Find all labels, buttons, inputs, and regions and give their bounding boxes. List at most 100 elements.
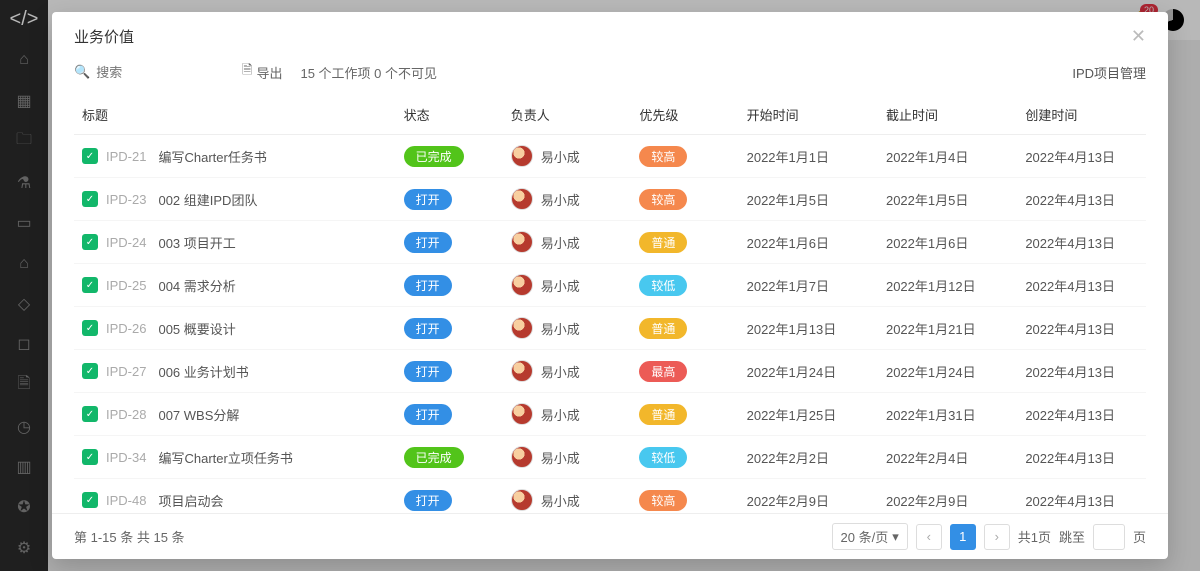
assignee-name: 易小成 [541, 362, 580, 381]
created-date: 2022年4月13日 [1017, 221, 1146, 264]
priority-badge[interactable]: 普通 [639, 404, 687, 425]
assignee-avatar [511, 446, 533, 468]
chevron-down-icon: ▾ [892, 529, 899, 545]
created-date: 2022年4月13日 [1017, 436, 1146, 479]
jump-page-input[interactable] [1093, 524, 1125, 550]
col-assignee[interactable]: 负责人 [503, 95, 632, 135]
created-date: 2022年4月13日 [1017, 264, 1146, 307]
item-title: 007 WBS分解 [158, 405, 239, 424]
assignee-name: 易小成 [541, 190, 580, 209]
item-title: 005 概要设计 [158, 319, 235, 338]
priority-badge[interactable]: 较低 [639, 447, 687, 468]
priority-badge[interactable]: 普通 [639, 318, 687, 339]
table-row[interactable]: ✓ IPD-21 编写Charter任务书 已完成 易小成 较高 2022年1月… [74, 135, 1146, 178]
item-title: 006 业务计划书 [158, 362, 248, 381]
table-row[interactable]: ✓ IPD-34 编写Charter立项任务书 已完成 易小成 较低 2022年… [74, 436, 1146, 479]
priority-badge[interactable]: 较低 [639, 275, 687, 296]
created-date: 2022年4月13日 [1017, 178, 1146, 221]
col-created[interactable]: 创建时间 [1017, 95, 1146, 135]
page-size-select[interactable]: 20 条/页 ▾ [832, 523, 908, 550]
status-badge[interactable]: 打开 [404, 189, 452, 210]
col-due[interactable]: 截止时间 [878, 95, 1017, 135]
col-status[interactable]: 状态 [396, 95, 503, 135]
search-input[interactable] [96, 65, 196, 80]
table-row[interactable]: ✓ IPD-28 007 WBS分解 打开 易小成 普通 2022年1月25日 … [74, 393, 1146, 436]
status-badge[interactable]: 打开 [404, 232, 452, 253]
status-badge[interactable]: 已完成 [404, 146, 464, 167]
start-date: 2022年1月6日 [739, 221, 878, 264]
assignee-avatar [511, 489, 533, 511]
priority-badge[interactable]: 普通 [639, 232, 687, 253]
assignee-avatar [511, 317, 533, 339]
assignee-avatar [511, 188, 533, 210]
project-link[interactable]: IPD项目管理 [1072, 63, 1146, 82]
check-icon: ✓ [82, 492, 98, 508]
start-date: 2022年1月5日 [739, 178, 878, 221]
table-scroll[interactable]: 标题 状态 负责人 优先级 开始时间 截止时间 创建时间 ✓ IPD-21 编写… [52, 95, 1168, 513]
due-date: 2022年1月12日 [878, 264, 1017, 307]
due-date: 2022年2月9日 [878, 479, 1017, 514]
item-count-label: 15 个工作项 0 个不可见 [300, 63, 437, 82]
item-title: 003 项目开工 [158, 233, 235, 252]
assignee-name: 易小成 [541, 448, 580, 467]
table-row[interactable]: ✓ IPD-24 003 项目开工 打开 易小成 普通 2022年1月6日 20… [74, 221, 1146, 264]
item-id: IPD-23 [106, 192, 146, 207]
item-id: IPD-25 [106, 278, 146, 293]
due-date: 2022年1月5日 [878, 178, 1017, 221]
export-icon: 🗎 [242, 61, 252, 83]
status-badge[interactable]: 打开 [404, 275, 452, 296]
table-row[interactable]: ✓ IPD-26 005 概要设计 打开 易小成 普通 2022年1月13日 2… [74, 307, 1146, 350]
status-badge[interactable]: 打开 [404, 404, 452, 425]
page-summary: 第 1-15 条 共 15 条 [74, 527, 185, 546]
table-row[interactable]: ✓ IPD-27 006 业务计划书 打开 易小成 最高 2022年1月24日 … [74, 350, 1146, 393]
close-icon[interactable]: ✕ [1131, 26, 1146, 47]
priority-badge[interactable]: 较高 [639, 146, 687, 167]
priority-badge[interactable]: 最高 [639, 361, 687, 382]
search-icon: 🔍 [74, 64, 90, 80]
col-start[interactable]: 开始时间 [739, 95, 878, 135]
table-row[interactable]: ✓ IPD-25 004 需求分析 打开 易小成 较低 2022年1月7日 20… [74, 264, 1146, 307]
assignee-name: 易小成 [541, 319, 580, 338]
prev-page-button[interactable]: ‹ [916, 524, 942, 550]
start-date: 2022年1月1日 [739, 135, 878, 178]
created-date: 2022年4月13日 [1017, 350, 1146, 393]
priority-badge[interactable]: 较高 [639, 189, 687, 210]
start-date: 2022年1月24日 [739, 350, 878, 393]
page-suffix: 页 [1133, 527, 1146, 546]
check-icon: ✓ [82, 277, 98, 293]
start-date: 2022年1月13日 [739, 307, 878, 350]
due-date: 2022年1月24日 [878, 350, 1017, 393]
search-input-wrap: 🔍 [74, 64, 224, 80]
assignee-avatar [511, 231, 533, 253]
page-number-button[interactable]: 1 [950, 524, 976, 550]
check-icon: ✓ [82, 363, 98, 379]
modal-title: 业务价值 [74, 26, 134, 47]
created-date: 2022年4月13日 [1017, 479, 1146, 514]
item-id: IPD-28 [106, 407, 146, 422]
item-title: 项目启动会 [158, 491, 223, 510]
assignee-avatar [511, 403, 533, 425]
item-id: IPD-26 [106, 321, 146, 336]
created-date: 2022年4月13日 [1017, 135, 1146, 178]
work-items-table: 标题 状态 负责人 优先级 开始时间 截止时间 创建时间 ✓ IPD-21 编写… [74, 95, 1146, 513]
table-row[interactable]: ✓ IPD-23 002 组建IPD团队 打开 易小成 较高 2022年1月5日… [74, 178, 1146, 221]
item-id: IPD-48 [106, 493, 146, 508]
check-icon: ✓ [82, 320, 98, 336]
status-badge[interactable]: 打开 [404, 318, 452, 339]
status-badge[interactable]: 已完成 [404, 447, 464, 468]
next-page-button[interactable]: › [984, 524, 1010, 550]
total-pages-label: 共1页 [1018, 527, 1051, 546]
item-title: 编写Charter立项任务书 [158, 448, 292, 467]
status-badge[interactable]: 打开 [404, 361, 452, 382]
item-id: IPD-34 [106, 450, 146, 465]
due-date: 2022年1月6日 [878, 221, 1017, 264]
pagination: 第 1-15 条 共 15 条 20 条/页 ▾ ‹ 1 › 共1页 跳至 页 [52, 513, 1168, 559]
priority-badge[interactable]: 较高 [639, 490, 687, 511]
created-date: 2022年4月13日 [1017, 393, 1146, 436]
export-button[interactable]: 🗎 导出 [242, 61, 282, 83]
table-row[interactable]: ✓ IPD-48 项目启动会 打开 易小成 较高 2022年2月9日 2022年… [74, 479, 1146, 514]
status-badge[interactable]: 打开 [404, 490, 452, 511]
col-title[interactable]: 标题 [74, 95, 396, 135]
item-id: IPD-27 [106, 364, 146, 379]
col-priority[interactable]: 优先级 [631, 95, 738, 135]
